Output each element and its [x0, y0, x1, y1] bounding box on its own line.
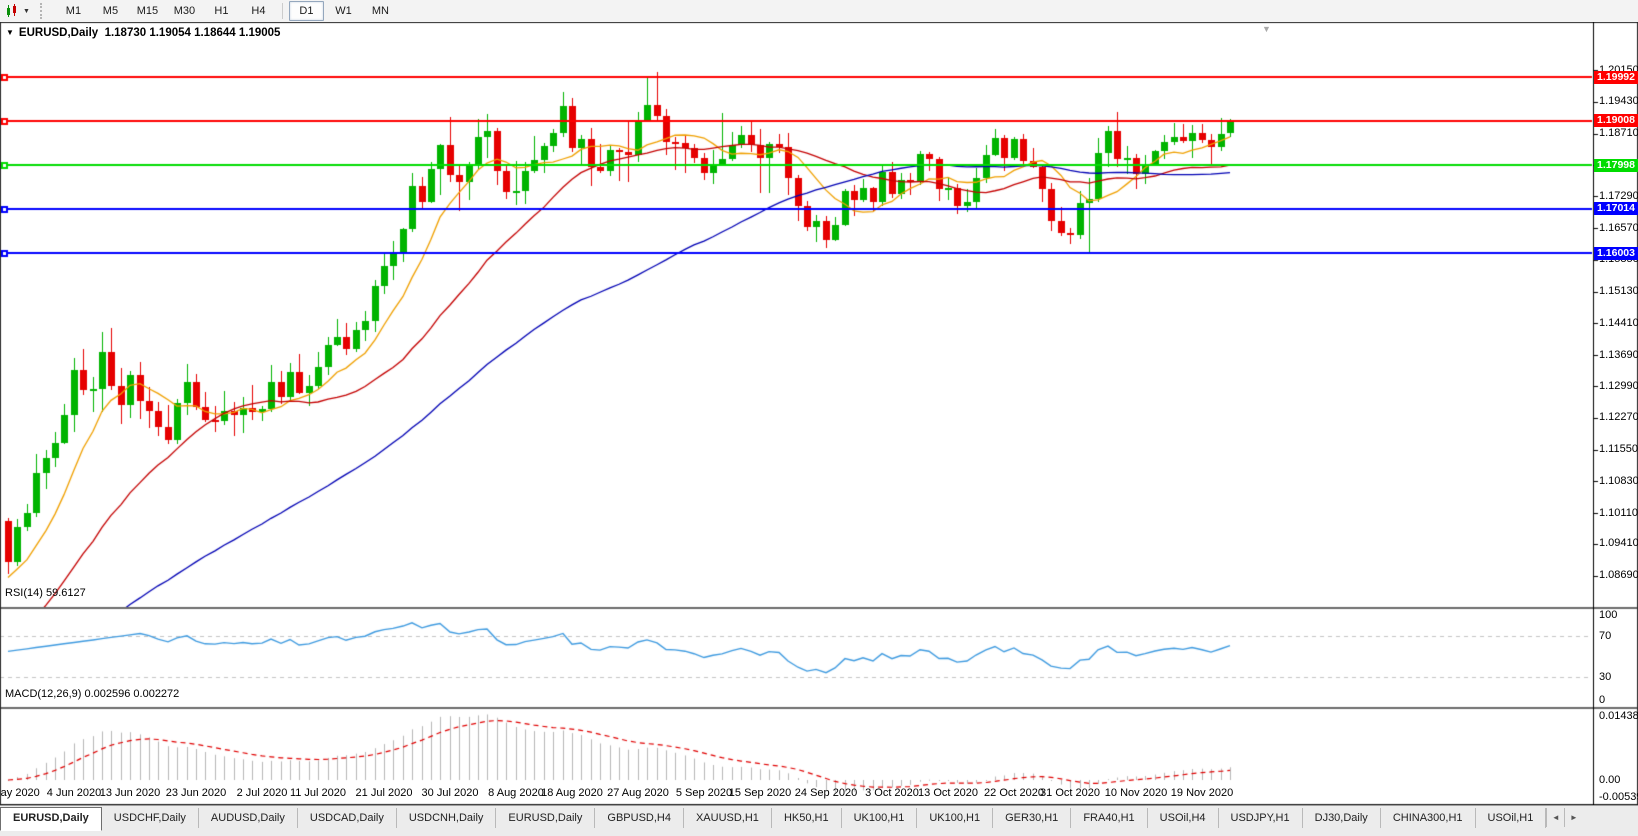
timeframe-button-m15[interactable]: M15	[130, 1, 165, 21]
chart-type-icon[interactable]	[3, 2, 23, 20]
hline-price-badge: 1.16003	[1594, 246, 1638, 260]
date-axis-label: 31 Oct 2020	[1040, 787, 1100, 799]
date-axis-label: 26 May 2020	[0, 787, 40, 799]
symbol-tab-uk100-h1[interactable]: UK100,H1	[917, 808, 994, 828]
timeframe-button-m1[interactable]: M1	[56, 1, 91, 21]
price-tick-label: 1.14410	[1599, 316, 1638, 329]
date-axis-label: 30 Jul 2020	[421, 787, 479, 799]
price-tick-label: 1.12270	[1599, 411, 1638, 424]
price-tick-label: 1.12990	[1599, 379, 1638, 392]
hline-price-badge: 1.19992	[1594, 70, 1638, 84]
symbol-tab-usdcnh-daily[interactable]: USDCNH,Daily	[397, 808, 497, 828]
price-tick-label: 1.18710	[1599, 127, 1638, 140]
rsi-indicator-label: RSI(14) 59.6127	[5, 587, 86, 599]
date-axis-label: 10 Nov 2020	[1104, 787, 1168, 799]
price-chart-canvas[interactable]	[0, 22, 1638, 805]
price-tick-label: 1.15130	[1599, 285, 1638, 298]
rsi-tick-label: 0	[1599, 693, 1606, 706]
price-tick-label: 1.10830	[1599, 474, 1638, 487]
price-tick-label: 1.08690	[1599, 569, 1638, 582]
timeframe-button-d1[interactable]: D1	[288, 1, 324, 21]
chevron-down-icon[interactable]: ▼	[23, 8, 30, 15]
date-axis-label: 24 Sep 2020	[794, 787, 858, 799]
tab-scroll-left-button[interactable]: ◄	[1546, 808, 1564, 827]
price-tick-label: 1.16570	[1599, 221, 1638, 234]
timeframe-button-m30[interactable]: M30	[167, 1, 202, 21]
symbol-tab-gbpusd-h4[interactable]: GBPUSD,H4	[595, 808, 684, 828]
date-axis-label: 3 Oct 2020	[865, 787, 919, 799]
symbol-tab-xauusd-h1[interactable]: XAUUSD,H1	[684, 808, 772, 828]
date-axis-label: 8 Aug 2020	[488, 787, 544, 799]
symbol-tab-hk50-h1[interactable]: HK50,H1	[772, 808, 842, 828]
date-axis-label: 15 Sep 2020	[728, 787, 792, 799]
price-tick-label: 1.19430	[1599, 95, 1638, 108]
toolbar-separator	[281, 3, 283, 19]
rsi-tick-label: 30	[1599, 670, 1612, 683]
symbol-tab-eurusd-daily[interactable]: EURUSD,Daily	[496, 808, 596, 828]
chart-window: ▼ EURUSD,Daily 1.18730 1.19054 1.18644 1.…	[0, 22, 1638, 805]
collapse-triangle-icon[interactable]: ▼	[6, 28, 14, 37]
rsi-tick-label: 70	[1599, 629, 1612, 642]
date-axis-label: 4 Jun 2020	[46, 787, 102, 799]
symbol-tab-china300-h1[interactable]: CHINA300,H1	[1381, 808, 1476, 828]
symbol-tab-audusd-daily[interactable]: AUDUSD,Daily	[199, 808, 298, 828]
price-tick-label: 1.17290	[1599, 189, 1638, 202]
toolbar-grip[interactable]	[39, 3, 47, 19]
date-axis-label: 13 Jun 2020	[99, 787, 161, 799]
tab-scroll-right-button[interactable]: ►	[1564, 808, 1582, 827]
macd-tick-label: -0.005396	[1599, 790, 1638, 803]
chart-shift-marker-icon[interactable]: ▼	[1262, 24, 1271, 34]
timeframe-button-m5[interactable]: M5	[93, 1, 128, 21]
date-axis-label: 27 Aug 2020	[607, 787, 669, 799]
ohlc-label: 1.18730 1.19054 1.18644 1.19005	[104, 27, 281, 39]
symbol-tab-usdjpy-h1[interactable]: USDJPY,H1	[1219, 808, 1303, 828]
timeframe-button-h1[interactable]: H1	[204, 1, 239, 21]
macd-tick-label: 0.00	[1599, 773, 1621, 786]
macd-tick-label: 0.014384	[1599, 710, 1638, 723]
hline-price-badge: 1.17998	[1594, 158, 1638, 172]
symbol-tab-usoil-h4[interactable]: USOil,H4	[1148, 808, 1219, 828]
macd-indicator-label: MACD(12,26,9) 0.002596 0.002272	[5, 688, 180, 700]
symbol-tab-usdcad-daily[interactable]: USDCAD,Daily	[298, 808, 397, 828]
timeframe-button-w1[interactable]: W1	[326, 1, 361, 21]
symbol-tab-dj30-daily[interactable]: DJ30,Daily	[1303, 808, 1381, 828]
date-axis-label: 2 Jul 2020	[236, 787, 288, 799]
price-tick-label: 1.09410	[1599, 537, 1638, 550]
date-axis-label: 22 Oct 2020	[984, 787, 1044, 799]
date-axis-label: 11 Jul 2020	[289, 787, 347, 799]
timeframe-toolbar: ▼ M1 M5 M15 M30 H1 H4 D1 W1 MN	[0, 0, 1638, 23]
price-tick-label: 1.11550	[1599, 443, 1638, 456]
timeframe-button-mn[interactable]: MN	[363, 1, 398, 21]
symbol-tab-eurusd-daily[interactable]: EURUSD,Daily	[0, 807, 102, 831]
date-axis-label: 21 Jul 2020	[355, 787, 413, 799]
rsi-tick-label: 100	[1599, 608, 1618, 621]
symbol-tab-uk100-h1[interactable]: UK100,H1	[842, 808, 918, 828]
symbol-period-label: EURUSD,Daily	[18, 27, 99, 39]
symbol-tab-fra40-h1[interactable]: FRA40,H1	[1071, 808, 1148, 828]
symbol-tab-usdchf-daily[interactable]: USDCHF,Daily	[102, 808, 199, 828]
hline-price-badge: 1.19008	[1594, 114, 1638, 128]
symbol-tab-ger30-h1[interactable]: GER30,H1	[993, 808, 1072, 828]
date-axis-label: 5 Sep 2020	[675, 787, 733, 799]
timeframe-button-h4[interactable]: H4	[241, 1, 276, 21]
symbol-tab-usoil-h1[interactable]: USOil,H1	[1476, 808, 1547, 828]
date-axis-label: 23 Jun 2020	[165, 787, 227, 799]
date-axis-label: 18 Aug 2020	[541, 787, 603, 799]
price-tick-label: 1.10110	[1599, 506, 1638, 519]
chart-title: ▼ EURUSD,Daily 1.18730 1.19054 1.18644 1.…	[6, 27, 280, 39]
symbol-tab-bar: EURUSD,Daily USDCHF,Daily AUDUSD,Daily USDC…	[0, 805, 1638, 836]
date-axis-label: 13 Oct 2020	[918, 787, 978, 799]
hline-price-badge: 1.17014	[1594, 202, 1638, 215]
date-axis-label: 19 Nov 2020	[1170, 787, 1234, 799]
price-tick-label: 1.13690	[1599, 348, 1638, 361]
